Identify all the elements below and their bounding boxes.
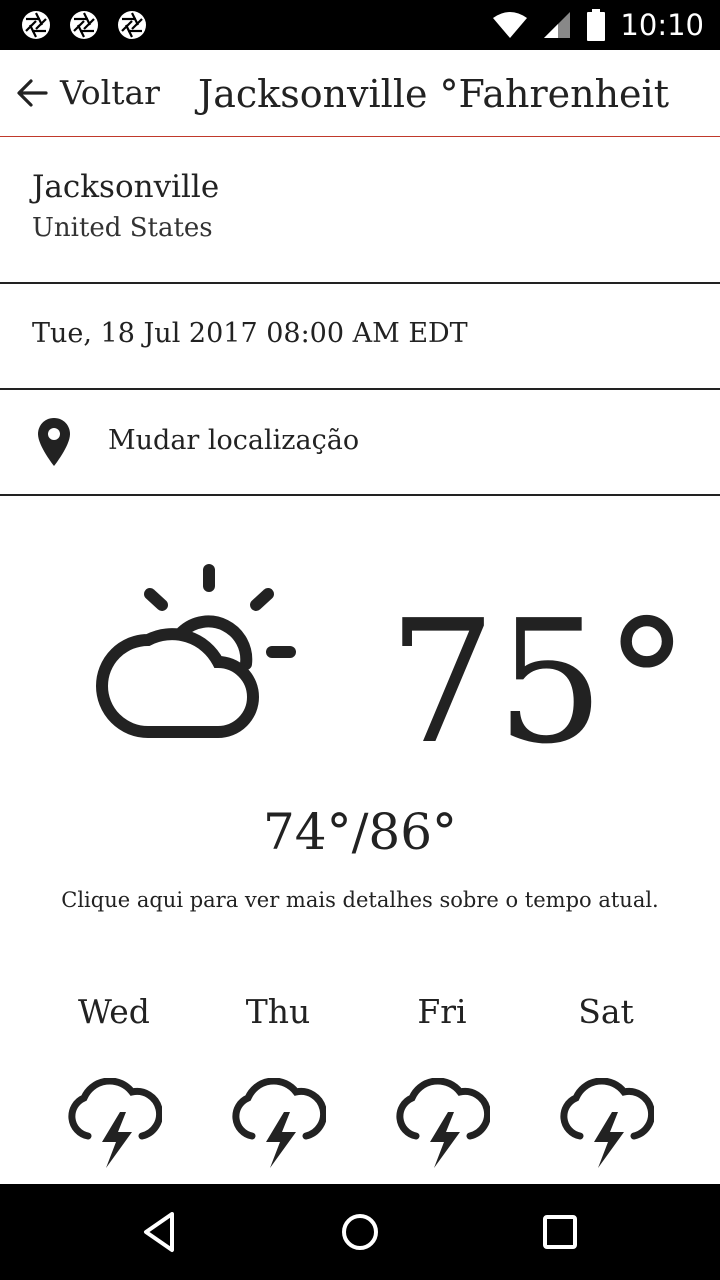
arrow-left-icon	[17, 79, 48, 107]
thunderstorm-icon	[396, 1078, 490, 1168]
back-label: Voltar	[60, 73, 160, 112]
forecast-day[interactable]: Thu	[196, 990, 360, 1184]
partly-cloudy-icon[interactable]	[96, 560, 306, 750]
change-location-button[interactable]: Mudar localização	[0, 390, 720, 496]
wifi-icon	[493, 12, 528, 38]
status-bar: 10:10	[0, 0, 720, 50]
forecast-day[interactable]: Sat	[524, 990, 688, 1184]
back-button[interactable]: Voltar	[14, 72, 160, 114]
system-icons: 10:10	[492, 8, 704, 42]
cell-signal-icon	[544, 12, 571, 38]
back-triangle-icon[interactable]	[136, 1208, 184, 1256]
forecast-list: Wed Thu Fri Sat	[32, 990, 688, 1184]
location-pin-icon	[38, 418, 70, 466]
app-toolbar: Voltar Jacksonville °Fahrenheit	[0, 50, 720, 137]
clock: 10:10	[620, 8, 704, 42]
camera-aperture-icon	[70, 11, 98, 39]
notification-icons	[20, 9, 148, 41]
home-circle-icon[interactable]	[336, 1208, 384, 1256]
location-info: Jacksonville United States	[0, 137, 720, 284]
battery-icon	[587, 9, 606, 41]
forecast-day-label: Wed	[78, 992, 150, 1031]
date-row: Tue, 18 Jul 2017 08:00 AM EDT	[0, 284, 720, 390]
current-temperature: 75°	[388, 584, 690, 782]
page-title: Jacksonville °Fahrenheit	[198, 72, 669, 116]
camera-aperture-icon	[22, 11, 50, 39]
forecast-day-label: Thu	[245, 992, 311, 1031]
details-link[interactable]: Clique aqui para ver mais detalhes sobre…	[0, 884, 720, 916]
country-name: United States	[32, 213, 213, 243]
city-name: Jacksonville	[32, 169, 220, 205]
thunderstorm-icon	[68, 1078, 162, 1168]
thunderstorm-icon	[232, 1078, 326, 1168]
recents-square-icon[interactable]	[536, 1208, 584, 1256]
forecast-day-label: Sat	[578, 992, 634, 1031]
camera-aperture-icon	[118, 11, 146, 39]
system-nav-bar	[0, 1184, 720, 1280]
forecast-day[interactable]: Wed	[32, 990, 196, 1184]
forecast-day[interactable]: Fri	[360, 990, 524, 1184]
change-location-label: Mudar localização	[108, 425, 360, 456]
thunderstorm-icon	[560, 1078, 654, 1168]
forecast-day-label: Fri	[417, 992, 467, 1031]
temperature-range: 74°/86°	[262, 803, 458, 861]
observation-datetime: Tue, 18 Jul 2017 08:00 AM EDT	[32, 318, 468, 349]
